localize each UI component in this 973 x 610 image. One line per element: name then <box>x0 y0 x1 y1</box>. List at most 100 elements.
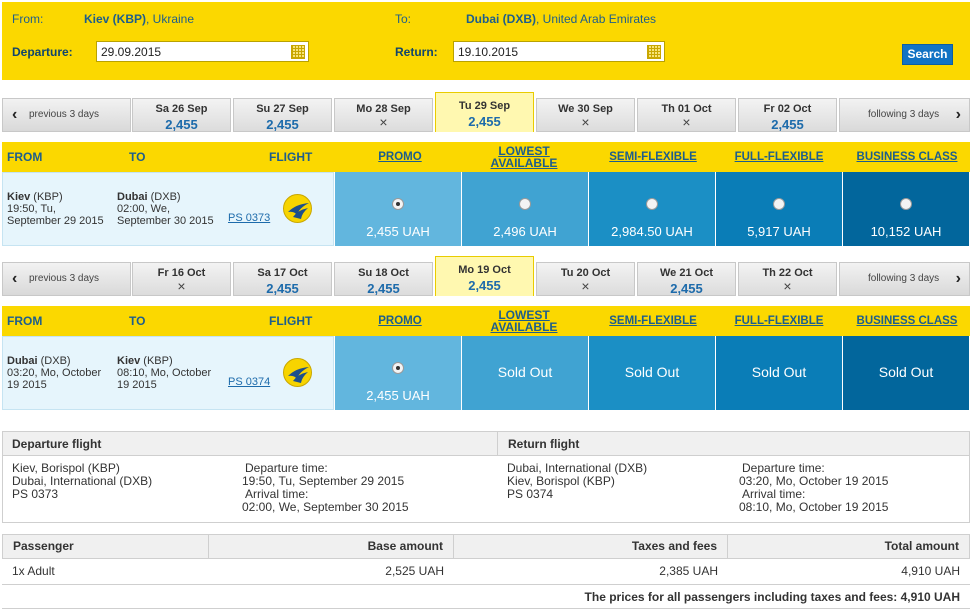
fare-radio[interactable] <box>392 362 404 374</box>
col-from: FROM <box>7 314 43 328</box>
previous-days-button[interactable]: ‹ previous 3 days <box>2 98 131 132</box>
fare-radio[interactable] <box>646 198 658 210</box>
return-date-field[interactable]: 19.10.2015 <box>453 41 665 62</box>
col-full-flexible[interactable]: FULL-FLEXIBLE <box>716 315 842 327</box>
chevron-right-icon: › <box>955 106 961 123</box>
date-tab-label: Tu 29 Sep <box>458 100 511 112</box>
price-row-passenger: 1x Adult <box>2 559 209 585</box>
previous-days-label: previous 3 days <box>29 273 100 284</box>
date-tab-price: 2,455 <box>771 117 804 132</box>
date-tab[interactable]: We 21 Oct 2,455 <box>637 262 736 296</box>
fare-amount: 10,152 UAH <box>870 224 942 239</box>
date-tab[interactable]: Sa 26 Sep 2,455 <box>132 98 231 132</box>
date-tab-price: 2,455 <box>266 117 299 132</box>
following-days-button[interactable]: following 3 days › <box>839 262 970 296</box>
col-business-class[interactable]: BUSINESS CLASS <box>844 315 970 327</box>
outbound-from-time: 19:50, Tu, <box>7 203 56 215</box>
departure-date-field[interactable]: 29.09.2015 <box>96 41 309 62</box>
date-tab-price: 2,455 <box>670 281 703 296</box>
price-header-taxes: Taxes and fees <box>453 534 728 559</box>
date-tab-label: Sa 26 Sep <box>155 103 208 115</box>
date-tab-label: Su 18 Oct <box>358 267 409 279</box>
fare-cell-lowest-available[interactable]: 2,496 UAH <box>462 172 588 246</box>
following-days-button[interactable]: following 3 days › <box>839 98 970 132</box>
return-to-time: 08:10, Mo, October <box>117 367 212 379</box>
sold-out-label: Sold Out <box>878 364 934 380</box>
return-date-strip: ‹ previous 3 days Fr 16 Oct × Sa 17 Oct 2,4… <box>2 256 970 296</box>
col-semi-flexible[interactable]: SEMI-FLEXIBLE <box>590 151 716 163</box>
col-from: FROM <box>7 150 43 164</box>
fare-cell-business-class[interactable]: 10,152 UAH <box>843 172 969 246</box>
from-city-code: Kiev (KBP) <box>84 12 147 26</box>
fare-cell-promo[interactable]: 2,455 UAH <box>335 172 461 246</box>
to-label: To: <box>395 12 412 26</box>
col-lowest-available[interactable]: LOWEST AVAILABLE <box>461 145 587 169</box>
return-from-date: 19 2015 <box>7 379 47 391</box>
date-tab[interactable]: Su 27 Sep 2,455 <box>233 98 332 132</box>
fare-cell-semi-flexible: Sold Out <box>589 336 715 410</box>
fare-radio[interactable] <box>392 198 404 210</box>
calendar-icon[interactable] <box>291 45 305 59</box>
col-business-class[interactable]: BUSINESS CLASS <box>844 151 970 163</box>
date-tab[interactable]: Su 18 Oct 2,455 <box>334 262 433 296</box>
col-promo[interactable]: PROMO <box>337 315 463 327</box>
fare-radio[interactable] <box>519 198 531 210</box>
col-flight: FLIGHT <box>269 150 313 164</box>
return-fare-header: FROM TO FLIGHT PROMO LOWEST AVAILABLE SEM… <box>2 306 970 336</box>
outbound-from: Kiev (KBP) 19:50, Tu, September 29 2015 <box>7 191 104 227</box>
fare-cell-full-flexible[interactable]: 5,917 UAH <box>716 172 842 246</box>
departure-date-value: 29.09.2015 <box>101 45 162 59</box>
search-button[interactable]: Search <box>902 44 953 65</box>
chevron-left-icon: ‹ <box>12 106 18 123</box>
return-from-time: 03:20, Mo, October <box>7 367 102 379</box>
return-flight-number[interactable]: PS 0374 <box>228 376 270 388</box>
departure-time-label: Departure time: <box>245 461 328 475</box>
fare-amount: 2,455 UAH <box>366 224 430 239</box>
date-tab[interactable]: Fr 02 Oct 2,455 <box>738 98 837 132</box>
to-city-code: Dubai (DXB) <box>466 12 536 26</box>
airline-logo-icon <box>283 194 312 223</box>
previous-days-button[interactable]: ‹ previous 3 days <box>2 262 131 296</box>
price-row-total: 4,910 UAH <box>727 559 970 585</box>
calendar-icon[interactable] <box>647 45 661 59</box>
cross-icon: × <box>783 278 792 294</box>
return-route-from: Dubai, International (DXB) <box>507 461 648 475</box>
return-to-date: 19 2015 <box>117 379 157 391</box>
col-full-flexible[interactable]: FULL-FLEXIBLE <box>716 151 842 163</box>
return-flight-info: Dubai (DXB) 03:20, Mo, October 19 2015 K… <box>2 336 334 410</box>
fare-cell-business-class: Sold Out <box>843 336 969 410</box>
return-date-value: 19.10.2015 <box>458 45 519 59</box>
return-departure-time-value: 03:20, Mo, October 19 2015 <box>739 474 889 488</box>
col-lowest-available[interactable]: LOWEST AVAILABLE <box>461 309 587 333</box>
col-promo[interactable]: PROMO <box>337 151 463 163</box>
date-tab: Fr 16 Oct × <box>132 262 231 296</box>
col-semi-flexible[interactable]: SEMI-FLEXIBLE <box>590 315 716 327</box>
outbound-date-strip: ‹ previous 3 days Sa 26 Sep 2,455 Su 27 Se… <box>2 92 970 132</box>
fare-amount: 2,496 UAH <box>493 224 557 239</box>
fare-radio[interactable] <box>773 198 785 210</box>
price-grand-total: The prices for all passengers including … <box>2 585 970 609</box>
return-arrival-time-value: 08:10, Mo, October 19 2015 <box>739 500 889 514</box>
col-to: TO <box>129 314 146 328</box>
airline-logo-icon <box>283 358 312 387</box>
date-tab[interactable]: Sa 17 Oct 2,455 <box>233 262 332 296</box>
return-flight-row: Dubai (DXB) 03:20, Mo, October 19 2015 K… <box>2 336 970 410</box>
fare-cell-semi-flexible[interactable]: 2,984.50 UAH <box>589 172 715 246</box>
to-country: , United Arab Emirates <box>536 12 657 26</box>
fare-amount: 5,917 UAH <box>747 224 811 239</box>
date-tab-label: We 21 Oct <box>660 267 713 279</box>
outbound-flight-number[interactable]: PS 0373 <box>228 212 270 224</box>
departure-flight-title: Departure flight <box>12 437 102 451</box>
arrival-time-value: 02:00, We, September 30 2015 <box>242 500 409 514</box>
fare-amount: 2,455 UAH <box>366 388 430 403</box>
price-header-total: Total amount <box>727 534 970 559</box>
fare-cell-promo[interactable]: 2,455 UAH <box>335 336 461 410</box>
col-to: TO <box>129 150 146 164</box>
fare-cell-full-flexible: Sold Out <box>716 336 842 410</box>
date-tab-price: 2,455 <box>468 114 501 129</box>
date-tab[interactable]: Mo 19 Oct 2,455 <box>435 256 534 296</box>
date-tab[interactable]: Tu 29 Sep 2,455 <box>435 92 534 132</box>
cross-icon: × <box>177 278 186 294</box>
price-table: Passenger Base amount Taxes and fees Tot… <box>2 534 970 610</box>
fare-radio[interactable] <box>900 198 912 210</box>
